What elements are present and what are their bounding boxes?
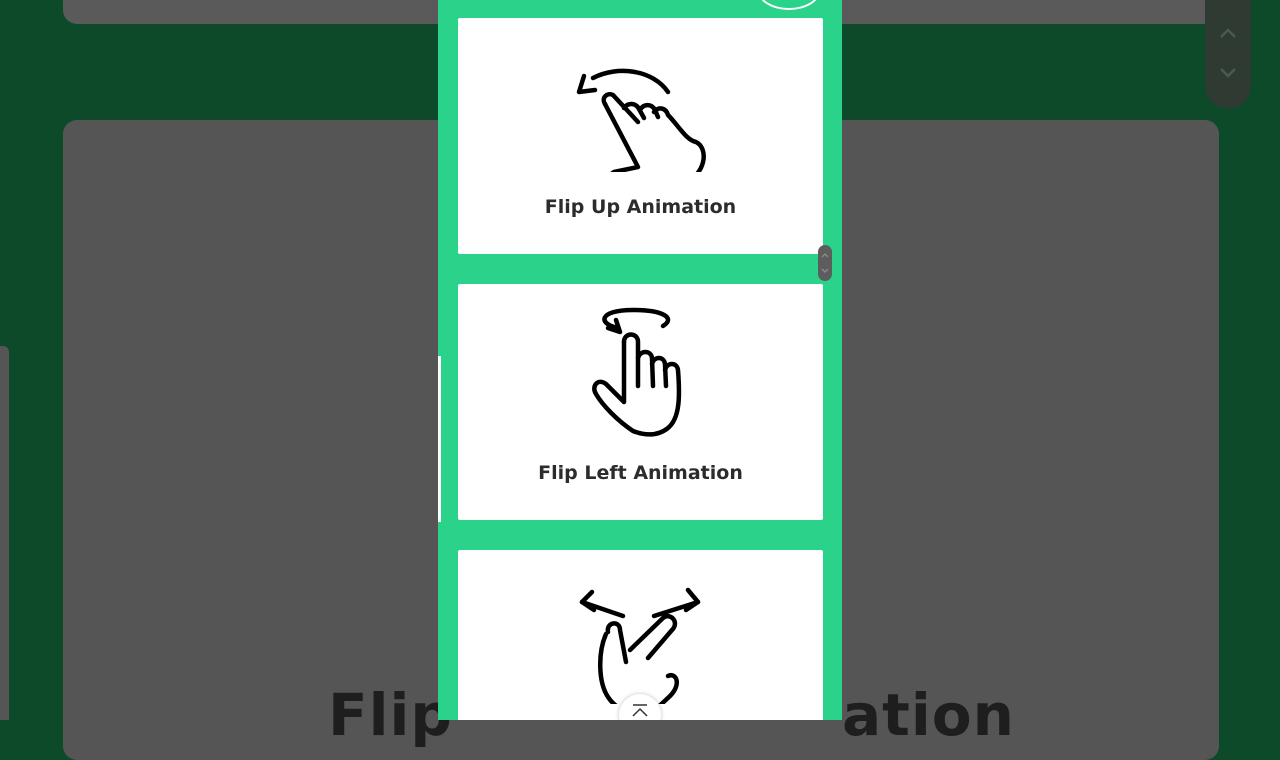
chevron-up-icon [1220,28,1236,38]
swipe-up-hand-icon [576,68,706,172]
scroll-arrows-icon [821,253,829,273]
background-heading-left: Flip [328,681,453,749]
card-flip-left[interactable]: Flip Left Animation [458,284,823,520]
background-scroll-control [1205,0,1251,108]
profile-avatar[interactable] [758,0,820,10]
back-to-top-button[interactable] [619,694,661,720]
pinch-spread-hand-icon [579,587,701,704]
card-label: Flip Left Animation [538,462,743,484]
card-label: Flip Up Animation [544,196,737,218]
chevron-down-icon [1220,68,1236,78]
background-sliver [0,346,9,720]
chevron-up-icon [632,704,648,717]
card-flip-up[interactable]: Flip Up Animation [458,18,823,254]
rotate-tap-hand-icon [592,307,682,437]
scroll-handle[interactable] [818,245,832,281]
phone-edge-highlight [438,356,441,522]
phone-view: Flip Up Animation Flip Left Animation [438,0,842,720]
background-heading-right: ation [842,681,1015,749]
